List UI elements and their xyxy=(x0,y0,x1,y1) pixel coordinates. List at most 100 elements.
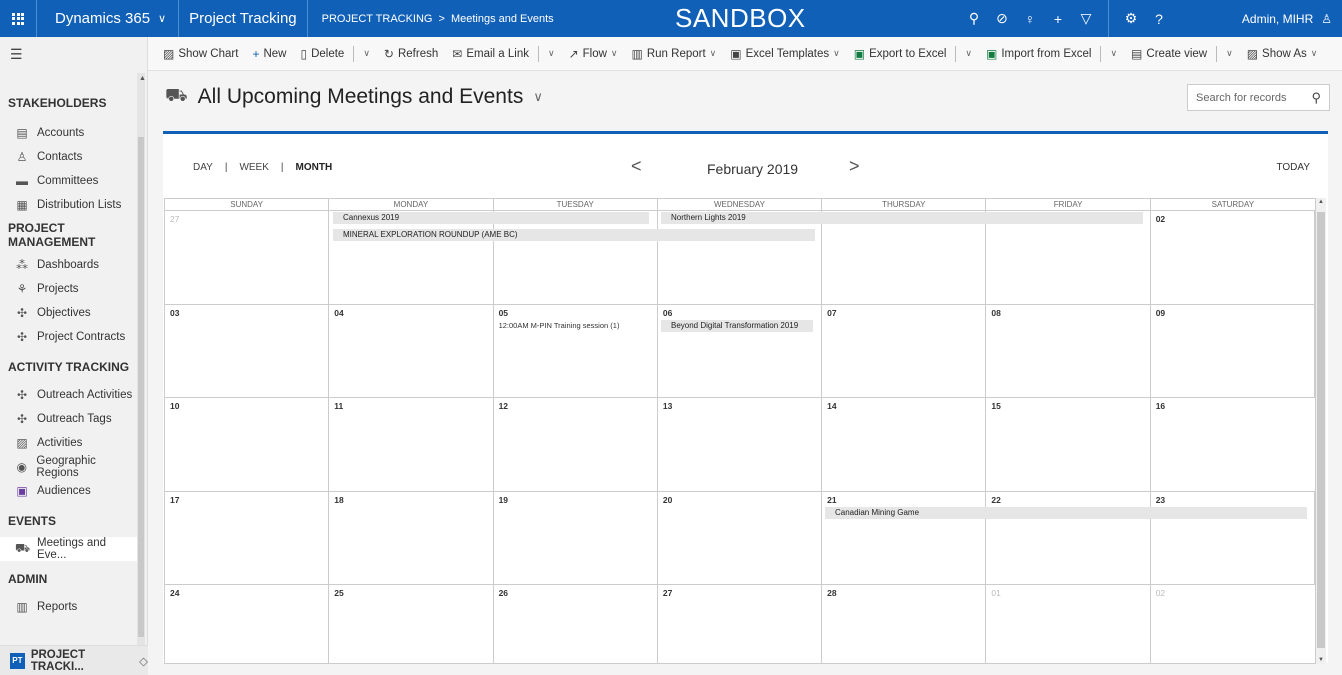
day-cell[interactable]: 26 xyxy=(494,585,658,665)
day-cell[interactable]: 12 xyxy=(494,398,658,491)
event-mpin-training[interactable]: 12:00AM M-PIN Training session (1) xyxy=(499,321,620,330)
today-button[interactable]: TODAY xyxy=(1276,162,1310,173)
day-cell[interactable] xyxy=(986,211,1151,304)
email-dropdown[interactable]: ∨ xyxy=(541,48,562,59)
excel-templates-button[interactable]: ▣ Excel Templates ∨ xyxy=(723,47,846,61)
day-cell[interactable]: 20 xyxy=(658,491,823,585)
mode-month[interactable]: MONTH xyxy=(296,162,333,173)
lightbulb-icon[interactable]: ♀ xyxy=(1016,11,1044,27)
help-icon[interactable]: ? xyxy=(1145,11,1173,27)
day-cell[interactable] xyxy=(658,211,823,304)
day-cell[interactable]: 18 xyxy=(329,491,494,585)
mode-week[interactable]: WEEK xyxy=(239,162,268,173)
breadcrumb-root[interactable]: PROJECT TRACKING xyxy=(322,13,433,25)
day-cell[interactable]: 10 xyxy=(165,398,330,491)
email-link-button[interactable]: ✉ Email a Link xyxy=(445,47,536,61)
activity-icon[interactable]: ⊘ xyxy=(988,10,1016,27)
event-canadian-mining-game[interactable]: Canadian Mining Game xyxy=(823,506,1307,519)
run-report-button[interactable]: ▥ Run Report ∨ xyxy=(625,47,724,61)
sidebar-item-projects[interactable]: ⚘ Projects xyxy=(0,277,137,301)
export-dropdown[interactable]: ∨ xyxy=(958,48,979,59)
day-cell[interactable] xyxy=(494,211,658,304)
day-cell[interactable]: 23 xyxy=(1151,491,1315,585)
brand-menu[interactable]: Dynamics 365 ∨ xyxy=(37,0,180,37)
area-switcher[interactable]: PT PROJECT TRACKI... ◇ xyxy=(0,645,148,675)
day-cell[interactable]: 21 xyxy=(822,491,987,585)
day-cell[interactable]: 14 xyxy=(822,398,987,491)
day-cell[interactable]: 11 xyxy=(329,398,494,491)
sidebar-item-accounts[interactable]: ▤ Accounts xyxy=(0,121,137,145)
day-cell[interactable]: 17 xyxy=(165,491,330,585)
sidebar-item-dashboards[interactable]: ⁂ Dashboards xyxy=(0,253,137,277)
user-menu[interactable]: Admin, MIHR ♙ xyxy=(1242,0,1332,37)
delete-button[interactable]: ▯ Delete xyxy=(293,47,351,61)
day-cell[interactable]: 15 xyxy=(986,398,1151,491)
sidebar-item-outreach-activities[interactable]: ✣ Outreach Activities xyxy=(0,383,137,407)
day-cell[interactable]: 24 xyxy=(165,585,330,665)
delete-dropdown[interactable]: ∨ xyxy=(356,48,377,59)
day-cell[interactable]: 16 xyxy=(1151,398,1315,491)
scroll-up-icon[interactable]: ▲ xyxy=(1318,199,1324,205)
day-cell[interactable] xyxy=(329,211,494,304)
import-dropdown[interactable]: ∨ xyxy=(1103,48,1124,59)
sidebar-item-geographic-regions[interactable]: ◉ Geographic Regions xyxy=(0,455,137,479)
day-cell[interactable]: 28 xyxy=(822,585,987,665)
day-cell[interactable]: 25 xyxy=(329,585,494,665)
event-cannexus[interactable]: Cannexus 2019 xyxy=(331,212,649,224)
sidebar-item-distribution-lists[interactable]: ▦ Distribution Lists xyxy=(0,193,137,217)
day-cell[interactable]: 06 xyxy=(658,304,823,398)
view-selector[interactable]: ⛟ All Upcoming Meetings and Events ∨ xyxy=(165,85,543,109)
day-cell[interactable]: 03 xyxy=(165,304,330,398)
day-cell[interactable]: 22 xyxy=(986,491,1151,585)
show-as-button[interactable]: ▨ Show As ∨ xyxy=(1240,47,1325,61)
create-view-dropdown[interactable]: ∨ xyxy=(1219,48,1240,59)
day-cell[interactable]: 02 xyxy=(1151,585,1315,664)
chevron-right-icon[interactable]: > xyxy=(849,156,860,177)
export-excel-button[interactable]: ▣ Export to Excel xyxy=(847,47,954,61)
app-name[interactable]: Project Tracking xyxy=(179,0,308,37)
event-mineral-exploration[interactable]: MINERAL EXPLORATION ROUNDUP (AME BC) xyxy=(331,229,815,241)
import-excel-button[interactable]: ▣ Import from Excel xyxy=(979,47,1098,61)
search-icon[interactable]: ⚲ xyxy=(960,10,988,27)
breadcrumb-page[interactable]: Meetings and Events xyxy=(451,13,554,25)
day-cell[interactable]: 13 xyxy=(658,398,823,491)
search-input[interactable]: Search for records ⚲ xyxy=(1187,84,1330,111)
search-icon[interactable]: ⚲ xyxy=(1311,90,1321,106)
mode-day[interactable]: DAY xyxy=(193,162,213,173)
sidebar-item-objectives[interactable]: ✣ Objectives xyxy=(0,301,137,325)
day-cell[interactable] xyxy=(822,211,987,304)
day-cell[interactable]: 05 12:00AM M-PIN Training session (1) xyxy=(494,304,658,398)
sidebar-item-outreach-tags[interactable]: ✣ Outreach Tags xyxy=(0,407,137,431)
sidebar-item-activities[interactable]: ▨ Activities xyxy=(0,431,137,455)
scroll-down-icon[interactable]: ▼ xyxy=(1318,657,1324,663)
sidebar-item-project-contracts[interactable]: ✣ Project Contracts xyxy=(0,325,137,349)
day-cell[interactable]: 27 xyxy=(658,585,823,665)
app-launcher-button[interactable] xyxy=(0,0,37,37)
show-chart-button[interactable]: ▨ Show Chart xyxy=(156,47,245,61)
sidebar-item-audiences[interactable]: ▣ Audiences xyxy=(0,479,137,503)
chevron-left-icon[interactable]: < xyxy=(631,156,642,177)
calendar-scrollbar[interactable]: ▲ ▼ xyxy=(1316,198,1326,664)
day-cell[interactable]: 07 xyxy=(822,304,987,398)
sidebar-scroll-thumb[interactable] xyxy=(138,137,144,637)
calendar-scroll-thumb[interactable] xyxy=(1317,212,1325,648)
scroll-up-icon[interactable]: ▲ xyxy=(139,75,146,82)
sidebar-item-meetings-and-events[interactable]: ⛟ Meetings and Eve... xyxy=(0,537,137,561)
day-cell[interactable]: 04 xyxy=(329,304,494,398)
day-cell[interactable]: 02 xyxy=(1151,211,1315,304)
day-cell[interactable]: 01 xyxy=(986,585,1151,665)
gear-icon[interactable]: ⚙ xyxy=(1117,10,1145,27)
new-button[interactable]: + New xyxy=(245,47,293,61)
event-beyond-digital[interactable]: Beyond Digital Transformation 2019 xyxy=(659,319,813,332)
create-view-button[interactable]: ▤ Create view xyxy=(1124,47,1214,61)
sidebar-item-reports[interactable]: ▥ Reports xyxy=(0,595,137,619)
filter-icon[interactable]: ▽ xyxy=(1072,10,1100,27)
day-cell[interactable]: 27 xyxy=(165,211,330,304)
refresh-button[interactable]: ↻ Refresh xyxy=(377,47,445,61)
day-cell[interactable]: 08 xyxy=(986,304,1151,398)
day-cell[interactable]: 19 xyxy=(494,491,658,585)
sidebar-item-committees[interactable]: ▬ Committees xyxy=(0,169,137,193)
sidebar-item-contacts[interactable]: ♙ Contacts xyxy=(0,145,137,169)
event-northern-lights[interactable]: Northern Lights 2019 xyxy=(659,212,1143,224)
plus-icon[interactable]: + xyxy=(1044,11,1072,27)
